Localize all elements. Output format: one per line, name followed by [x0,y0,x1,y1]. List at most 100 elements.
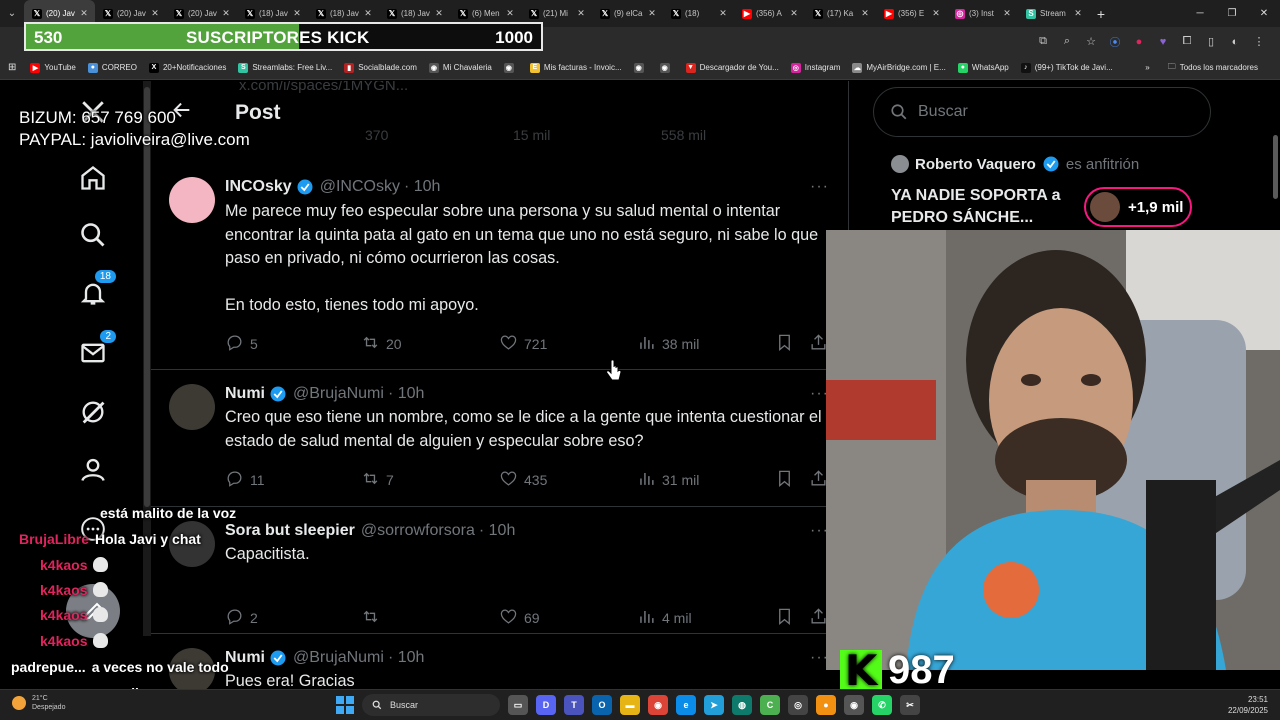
tweet-time[interactable]: · 10h [404,178,440,196]
bookmark-item[interactable]: ● CORREO [87,62,137,73]
browser-tab[interactable]: 𝕏 (9) elCa ✕ [592,0,663,27]
bookmark-item[interactable]: E Mis facturas - Invoic... [529,62,622,73]
views-button[interactable]: 4 mil [637,607,692,629]
like-button[interactable]: 435 [499,469,547,491]
tweet-avatar[interactable] [169,384,215,430]
live-space-card[interactable]: Roberto Vaquero es anfitrión YA NADIE SO… [873,147,1211,237]
space-listeners-button[interactable]: +1,9 mil [1084,187,1192,227]
close-tab-icon[interactable]: ✕ [1073,8,1083,19]
messages-icon[interactable]: 2 [78,330,116,368]
tweet-handle[interactable]: @BrujaNumi [293,385,384,403]
edge-icon[interactable]: e [676,695,696,715]
weather-widget[interactable]: 21°C Despejado [12,694,65,712]
extension-icon[interactable]: ● [1130,33,1148,51]
discord-icon[interactable]: D [536,695,556,715]
bookmark-item[interactable]: ◉ Mi Chavaleria [428,62,492,73]
tweet-avatar[interactable] [169,177,215,223]
extensions-puzzle-icon[interactable]: ⧠ [1178,33,1196,51]
tweet-author-name[interactable]: Sora but sleepier [225,522,355,540]
close-tab-icon[interactable]: ✕ [505,8,515,19]
chrome-icon[interactable]: ◉ [648,695,668,715]
tweet-author-name[interactable]: INCOsky [225,178,292,196]
search-input[interactable]: Buscar [918,103,968,121]
reply-button[interactable]: 2 [225,607,258,629]
outlook-icon[interactable]: O [592,695,612,715]
maximize-icon[interactable]: ❐ [1216,0,1248,27]
menu-kebab-icon[interactable]: ⋮ [1250,33,1268,51]
close-tab-icon[interactable]: ✕ [718,8,728,19]
taskbar-search[interactable]: Buscar [362,694,500,716]
retweet-button[interactable]: 20 [361,333,402,355]
browser-tab[interactable]: ▶ (356) E ✕ [876,0,947,27]
close-tab-icon[interactable]: ✕ [860,8,870,19]
tweet-time[interactable]: · 10h [388,385,424,403]
app-icon[interactable]: ◍ [732,695,752,715]
app-icon[interactable]: ◉ [844,695,864,715]
bookmark-item[interactable]: ☁ MyAirBridge.com | E... [852,62,946,73]
bookmark-item[interactable]: ◉ [503,62,518,73]
bookmark-item[interactable]: ◉ [633,62,648,73]
search-icon[interactable] [78,220,108,250]
close-tab-icon[interactable]: ✕ [434,8,444,19]
home-icon[interactable] [78,163,108,193]
browser-tab[interactable]: 𝕏 (17) Ka ✕ [805,0,876,27]
close-tab-icon[interactable]: ✕ [363,8,373,19]
bookmark-item[interactable]: ● WhatsApp [957,62,1009,73]
zoom-icon[interactable]: ⌕ [1058,33,1076,51]
browser-tab[interactable]: ▶ (356) A ✕ [734,0,805,27]
bookmark-icon[interactable] [775,607,794,626]
sidebar-icon[interactable]: ▯ [1202,33,1220,51]
tweet[interactable]: Numi @BrujaNumi · 10h ··· Creo que eso tiene… [151,369,848,506]
grok-icon[interactable] [78,397,108,427]
system-clock[interactable]: 23:51 22/09/2025 [1228,694,1268,716]
more-options-icon[interactable]: ··· [810,178,829,196]
tweet-author-name[interactable]: Numi [225,649,265,667]
reply-button[interactable]: 11 [225,469,265,491]
bookmark-item[interactable]: S Streamlabs: Free Liv... [238,62,332,73]
close-window-icon[interactable]: ✕ [1248,0,1280,27]
bookmark-item[interactable]: ▮ Socialblade.com [344,62,417,73]
obs-icon[interactable]: ◎ [788,695,808,715]
tweet-time[interactable]: · 10h [479,522,515,540]
tweet[interactable]: Sora but sleepier @sorrowforsora · 10h ··· C… [151,506,848,633]
extension-icon[interactable]: ♥ [1154,33,1172,51]
apps-grid-icon[interactable]: ⊞ [8,62,16,73]
tweet[interactable]: Numi @BrujaNumi · 10h ··· Pues era! Gracias [151,633,848,689]
bookmark-item[interactable]: ▼ Descargador de You... [685,62,779,73]
retweet-button[interactable] [361,607,386,629]
close-tab-icon[interactable]: ✕ [789,8,799,19]
like-button[interactable]: 69 [499,607,540,629]
telegram-icon[interactable]: ➤ [704,695,724,715]
tweet[interactable]: INCOsky @INCOsky · 10h ··· Me parece muy feo… [151,163,848,369]
new-tab-button[interactable]: + [1089,6,1113,22]
app-icon[interactable]: ● [816,695,836,715]
tweet-handle[interactable]: @sorrowforsora [361,522,475,540]
start-button[interactable] [336,696,354,714]
profile-icon[interactable] [78,455,108,485]
close-tab-icon[interactable]: ✕ [647,8,657,19]
star-icon[interactable]: ☆ [1082,33,1100,51]
tweet-handle[interactable]: @BrujaNumi [293,649,384,667]
search-bar[interactable]: Buscar [873,87,1211,137]
install-icon[interactable]: ⧉ [1034,33,1052,51]
close-tab-icon[interactable]: ✕ [1002,8,1012,19]
app-icon[interactable]: C [760,695,780,715]
retweet-button[interactable]: 7 [361,469,394,491]
task-view-icon[interactable]: ▭ [508,695,528,715]
browser-tab[interactable]: S Stream ✕ [1018,0,1089,27]
tweet-time[interactable]: · 10h [388,649,424,667]
bookmark-item[interactable]: ◉ [659,62,674,73]
bookmarks-folder[interactable]: 🗀 Todos los marcadores [1168,61,1258,75]
bookmark-item[interactable]: ▶ YouTube [30,62,76,73]
close-tab-icon[interactable]: ✕ [221,8,231,19]
profile-avatar-icon[interactable]: ◐ [1226,33,1244,51]
snipping-tool-icon[interactable]: ✂ [900,695,920,715]
tab-search-button[interactable]: ⌄ [0,0,24,27]
bookmark-item[interactable]: ♪ (99+) TikTok de Javi... [1020,62,1113,73]
views-button[interactable]: 31 mil [637,469,699,491]
left-scrollbar[interactable] [143,81,151,636]
minimize-icon[interactable]: ─ [1184,0,1216,27]
views-button[interactable]: 38 mil [637,333,699,355]
close-tab-icon[interactable]: ✕ [931,8,941,19]
browser-tab[interactable]: ◎ (3) Inst ✕ [947,0,1018,27]
